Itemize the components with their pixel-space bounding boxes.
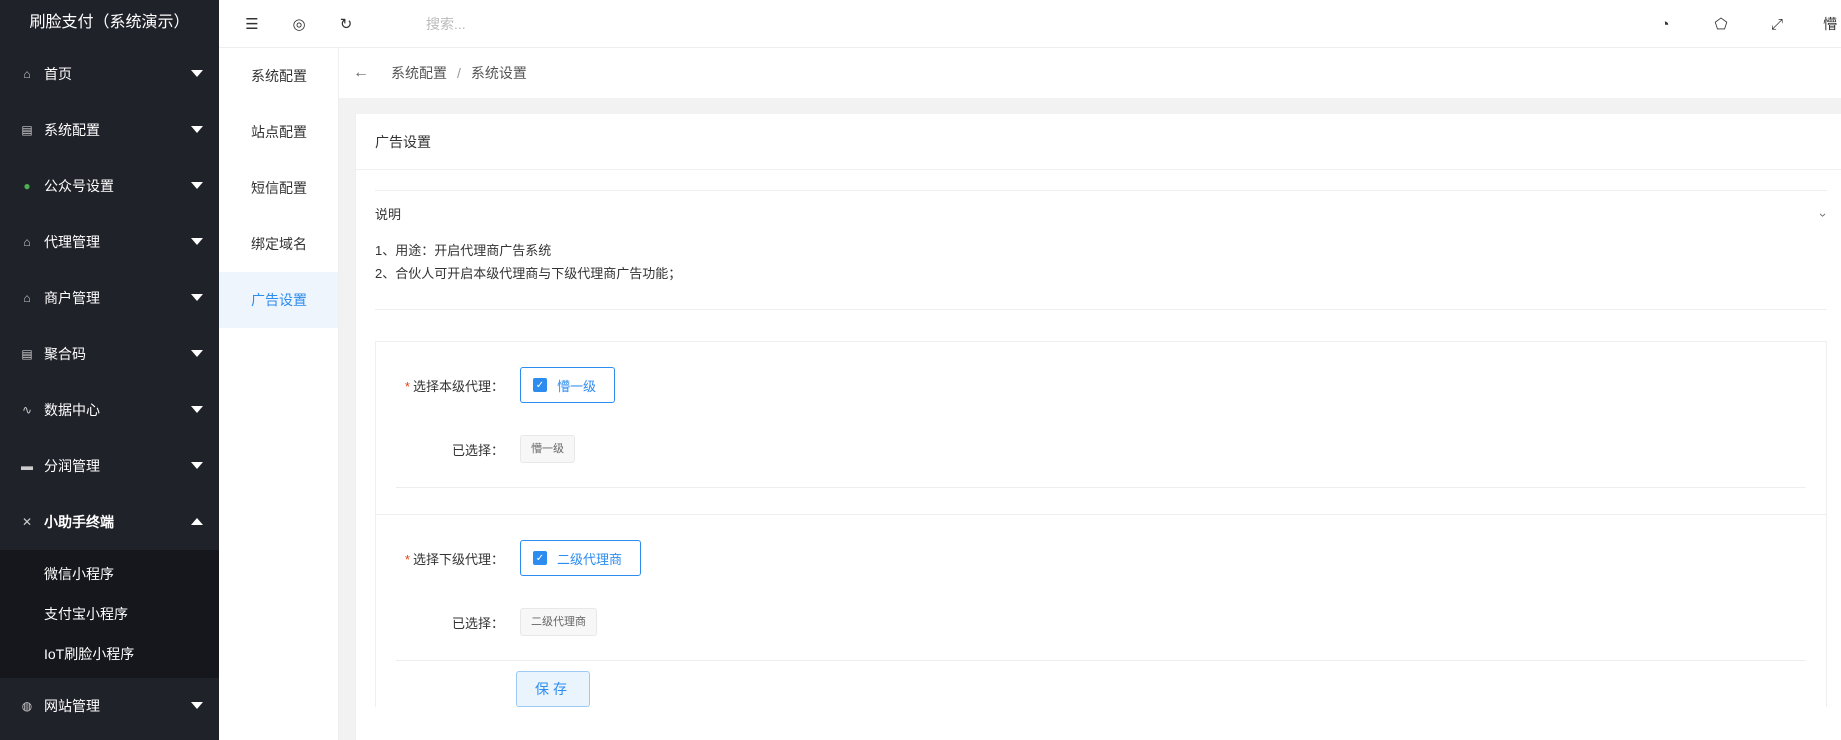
sidebar-item-label: 代理管理 xyxy=(44,234,100,250)
level-selected-label: 已选择： xyxy=(451,442,504,458)
sidebar-item-label: 首页 xyxy=(44,66,72,82)
tag-icon[interactable]: ⬠ xyxy=(1711,14,1731,34)
secondary-menu-item[interactable]: 广告设置 xyxy=(219,272,338,328)
sidebar-item[interactable]: ▤ 系统配置 xyxy=(0,102,219,158)
fullscreen-icon[interactable]: ⤢ xyxy=(1767,14,1787,34)
checkmark-icon: ✓ xyxy=(533,378,547,392)
book-icon: ▤ xyxy=(21,347,33,361)
wechat-icon: ● xyxy=(23,179,31,193)
sidebar-item-label: 系统配置 xyxy=(44,122,100,138)
chevron-down-icon[interactable]: › xyxy=(1799,213,1841,217)
tools-icon: ✕ xyxy=(21,515,33,529)
app-title: 刷脸支付（系统演示） xyxy=(29,14,190,31)
caret-down-icon xyxy=(191,462,203,469)
home-icon: ⌂ xyxy=(23,291,31,305)
sidebar-item-label: 分润管理 xyxy=(44,458,100,474)
caret-down-icon xyxy=(191,702,203,709)
secondary-menu-item[interactable]: 系统配置 xyxy=(219,48,338,104)
theme-icon[interactable]: ◔ xyxy=(1655,14,1675,34)
checkmark-icon: ✓ xyxy=(533,551,547,565)
sub-selected-label: 已选择： xyxy=(451,615,504,631)
sidebar-submenu: 微信小程序 支付宝小程序 IoT刷脸小程序 xyxy=(0,550,219,678)
description-collapse: 说明 › 1、用途：开启代理商广告系统 2、合伙人可开启本级代理商与下级代理商广… xyxy=(375,190,1831,310)
required-mark: * xyxy=(404,551,410,567)
level-agent-section: * 选择本级代理： ✓ 懵一级 已选择： 懵一级 xyxy=(375,341,1827,514)
card-title: 广告设置 xyxy=(356,114,1841,170)
sub-agent-label: * 选择下级代理： xyxy=(404,551,504,567)
sidebar-item[interactable]: ⌂ 代理管理 xyxy=(0,214,219,270)
top-header: ☰ ◎ ↻ 搜索... ◔ ⬠ ⤢ 懵 xyxy=(219,0,1841,48)
sidebar-item[interactable]: ⌂ 商户管理 xyxy=(0,270,219,326)
divider xyxy=(396,487,1806,488)
caret-down-icon xyxy=(191,238,203,245)
sidebar-subitem[interactable]: 支付宝小程序 xyxy=(0,594,219,634)
sidebar-item[interactable]: ∿ 数据中心 xyxy=(0,382,219,438)
sidebar-item-label: 网站管理 xyxy=(44,698,100,714)
note-line: 1、用途：开启代理商广告系统 xyxy=(375,243,552,258)
breadcrumb-separator: / xyxy=(457,65,461,81)
collapse-header[interactable]: 说明 › xyxy=(375,191,1831,239)
pulse-icon: ∿ xyxy=(21,403,33,417)
caret-down-icon xyxy=(191,406,203,413)
required-mark: * xyxy=(404,378,410,394)
caret-down-icon xyxy=(191,350,203,357)
home-icon: ⌂ xyxy=(23,235,31,249)
ad-settings-card: 广告设置 说明 › 1、用途：开启代理商广告系统 2、合伙人可开启本级代理商与下… xyxy=(355,114,1841,740)
sub-selected-tag: 二级代理商 xyxy=(520,608,597,636)
sidebar-item[interactable]: ▤ 聚合码 xyxy=(0,326,219,382)
sub-agent-section: * 选择下级代理： ✓ 二级代理商 已选择： 二级代理商 保存 xyxy=(375,514,1827,707)
search-input[interactable]: 搜索... xyxy=(426,14,466,34)
sidebar-item[interactable]: ◍ 网站管理 xyxy=(0,678,219,734)
sidebar-item[interactable]: ⌂ 首页 xyxy=(0,46,219,102)
sidebar-item[interactable]: ✕ 小助手终端 xyxy=(0,494,219,550)
breadcrumb-current: 系统设置 xyxy=(470,65,527,81)
divider xyxy=(396,660,1806,661)
sidebar-item[interactable]: ● 公众号设置 xyxy=(0,158,219,214)
sidebar-item[interactable]: ▬ 分润管理 xyxy=(0,438,219,494)
dashboard-icon[interactable]: ◎ xyxy=(289,14,309,34)
sidebar-item-label: 聚合码 xyxy=(44,346,86,362)
home-icon: ⌂ xyxy=(23,67,31,81)
breadcrumb-parent[interactable]: 系统配置 xyxy=(391,63,447,83)
sidebar-item-label: 小助手终端 xyxy=(44,514,114,530)
sub-agent-checkbox[interactable]: ✓ 二级代理商 xyxy=(520,540,642,576)
note-line: 2、合伙人可开启本级代理商与下级代理商广告功能； xyxy=(375,266,682,281)
sidebar-subitem[interactable]: 微信小程序 xyxy=(0,554,219,594)
level-selected-tag: 懵一级 xyxy=(520,435,575,463)
sub-agent-option: 二级代理商 xyxy=(557,551,623,567)
level-agent-checkbox[interactable]: ✓ 懵一级 xyxy=(520,367,616,403)
refresh-icon[interactable]: ↻ xyxy=(336,14,356,34)
sidebar-item-label: 商户管理 xyxy=(44,290,100,306)
sidebar-item-label: 数据中心 xyxy=(44,402,100,418)
caret-down-icon xyxy=(191,70,203,77)
monitor-icon: ▬ xyxy=(21,459,33,473)
collapse-title: 说明 xyxy=(375,207,402,222)
caret-up-icon xyxy=(191,518,203,525)
user-avatar[interactable]: 懵 xyxy=(1823,14,1841,34)
menu-fold-icon[interactable]: ☰ xyxy=(242,14,262,34)
globe-icon: ◍ xyxy=(21,699,33,713)
secondary-menu-item[interactable]: 短信配置 xyxy=(219,160,338,216)
secondary-menu-item[interactable]: 绑定域名 xyxy=(219,216,338,272)
caret-down-icon xyxy=(191,126,203,133)
sidebar-item-label: 公众号设置 xyxy=(44,178,114,194)
level-agent-option: 懵一级 xyxy=(557,378,597,394)
book-icon: ▤ xyxy=(21,123,33,137)
caret-down-icon xyxy=(191,294,203,301)
level-agent-label: * 选择本级代理： xyxy=(404,378,504,394)
back-arrow-icon[interactable]: ← xyxy=(353,64,369,82)
breadcrumb: ← 系统配置 / 系统设置 xyxy=(339,48,1841,98)
description-body: 1、用途：开启代理商广告系统 2、合伙人可开启本级代理商与下级代理商广告功能； xyxy=(375,239,1827,310)
sidebar-subitem[interactable]: IoT刷脸小程序 xyxy=(0,634,219,674)
secondary-menu-item[interactable]: 站点配置 xyxy=(219,104,338,160)
caret-down-icon xyxy=(191,182,203,189)
sidebar: 刷脸支付（系统演示） ⌂ 首页 ▤ 系统配置 ● 公众号设置 ⌂ 代理管理 ⌂ 商户管理 ▤ 聚合码 ∿… xyxy=(0,0,219,740)
secondary-menu: 系统配置 站点配置 短信配置 绑定域名 广告设置 xyxy=(219,48,339,740)
save-button[interactable]: 保存 xyxy=(516,671,590,707)
